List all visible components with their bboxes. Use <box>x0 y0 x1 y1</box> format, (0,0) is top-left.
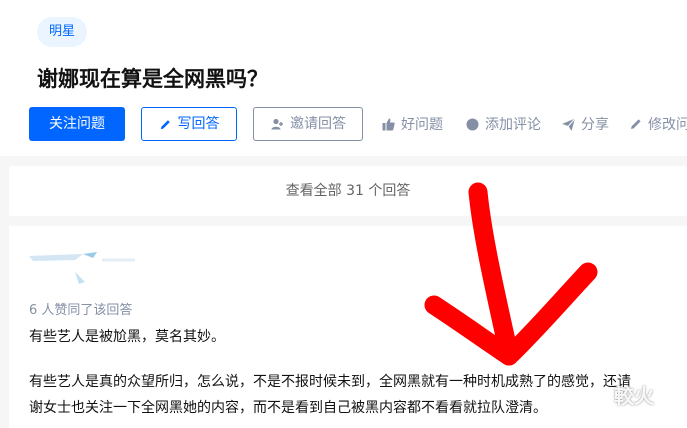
view-all-answers-link[interactable]: 查看全部 31 个回答 <box>9 166 687 216</box>
follow-question-button[interactable]: 关注问题 <box>29 107 125 141</box>
add-comment-label: 添加评论 <box>485 117 541 133</box>
paper-plane-icon <box>561 117 576 132</box>
write-answer-label: 写回答 <box>177 116 220 132</box>
answer-likes: 6 人赞同了该回答 <box>29 303 133 318</box>
write-answer-button[interactable]: 写回答 <box>141 107 237 141</box>
edit-question-label: 修改问 <box>648 117 687 133</box>
add-comment-button[interactable]: 添加评论 <box>465 107 541 141</box>
share-button[interactable]: 分享 <box>561 107 609 141</box>
answer-card: 6 人赞同了该回答 有些艺人是被尬黑，莫名其妙。 有些艺人是真的众望所归，怎么说… <box>9 226 687 428</box>
invite-answer-label: 邀请回答 <box>290 116 346 132</box>
watermark: 較火 <box>614 384 654 408</box>
comment-icon <box>465 117 480 132</box>
answer-paragraph: 谢女士也关注一下全网黑她的内容，而不是看到自己被黑内容都不看看就拉队澄清。 <box>29 400 547 416</box>
answer-paragraph: 有些艺人是被尬黑，莫名其妙。 <box>29 329 225 345</box>
question-header: 明星 谢娜现在算是全网黑吗？ 关注问题 写回答 邀请回答 好问题 添加评论 分享… <box>0 0 687 156</box>
edit-question-button[interactable]: 修改问 <box>629 107 687 141</box>
pencil-icon <box>159 118 172 131</box>
topic-tag[interactable]: 明星 <box>37 17 88 47</box>
pencil-icon <box>629 117 643 131</box>
invite-answer-button[interactable]: 邀请回答 <box>253 107 363 141</box>
good-question-label: 好问题 <box>401 117 443 133</box>
thumbs-up-icon <box>381 117 396 132</box>
answer-paragraph: 有些艺人是真的众望所归，怎么说，不是不报时候未到，全网黑就有一种时机成熟了的感觉… <box>29 374 631 390</box>
add-user-icon <box>270 117 284 131</box>
good-question-button[interactable]: 好问题 <box>381 107 443 141</box>
share-label: 分享 <box>581 117 609 133</box>
question-title: 谢娜现在算是全网黑吗？ <box>37 67 268 91</box>
author-info-blurred <box>27 240 137 286</box>
view-all-answers-label: 查看全部 31 个回答 <box>285 183 411 199</box>
